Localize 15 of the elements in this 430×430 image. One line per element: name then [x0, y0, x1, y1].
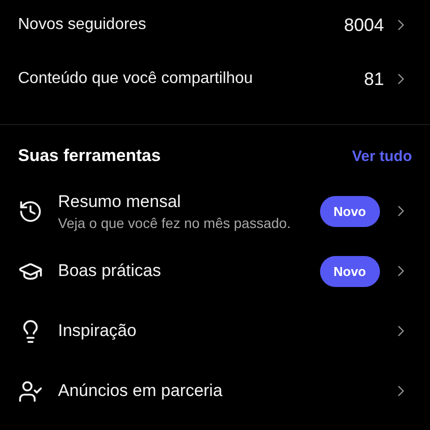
- stat-label[interactable]: Conteúdo que você compartilhou: [18, 70, 364, 88]
- see-all-link[interactable]: Ver tudo: [352, 148, 412, 164]
- stat-value: 8004: [344, 14, 384, 36]
- section-title: Suas ferramentas: [18, 146, 161, 166]
- stat-value: 81: [364, 68, 384, 90]
- tool-title[interactable]: Boas práticas: [58, 261, 320, 281]
- tool-title[interactable]: Anúncios em parceria: [58, 381, 392, 401]
- new-badge: Novo: [320, 256, 380, 286]
- user-check-icon: [18, 378, 43, 404]
- tool-title[interactable]: Inspiração: [58, 321, 392, 341]
- tool-title[interactable]: Resumo mensal: [58, 192, 320, 212]
- tool-description: Veja o que você fez no mês passado.: [58, 214, 292, 230]
- new-badge: Novo: [320, 196, 380, 226]
- stat-label[interactable]: Novos seguidores: [18, 16, 344, 34]
- history-icon: [18, 198, 43, 224]
